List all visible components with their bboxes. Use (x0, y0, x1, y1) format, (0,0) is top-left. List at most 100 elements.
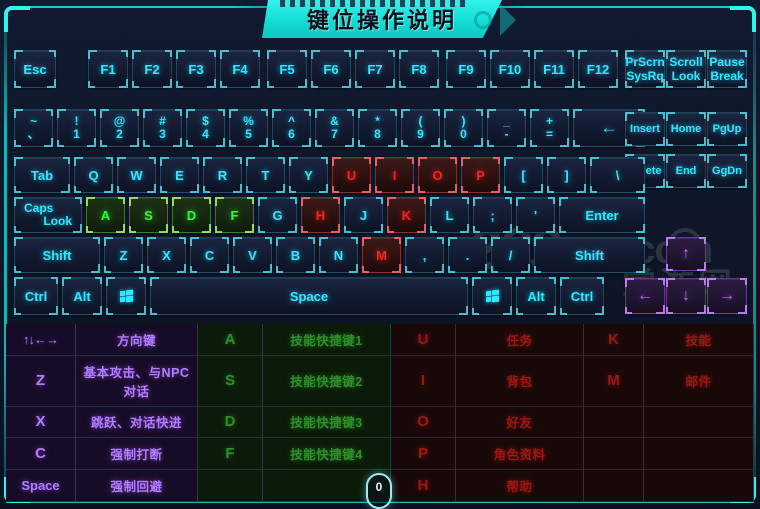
legend-move-desc: 强制回避 (76, 470, 198, 502)
key-bracket-right[interactable]: ] (547, 157, 586, 193)
key-ctrl-right[interactable]: Ctrl (560, 277, 604, 315)
key-period[interactable]: . (448, 237, 487, 273)
title-tail-decoration (500, 4, 516, 36)
key-print-screen[interactable]: PrScrn SysRq (625, 50, 665, 88)
legend-ui-desc: 任务 (456, 324, 584, 356)
key-s[interactable]: S (129, 197, 168, 233)
key-f6[interactable]: F6 (311, 50, 351, 88)
key-slash[interactable]: / (491, 237, 530, 273)
key-home[interactable]: Home (666, 112, 706, 146)
key-d[interactable]: D (172, 197, 211, 233)
key-equal[interactable]: + = (530, 109, 569, 147)
key-alt-right[interactable]: Alt (516, 277, 556, 315)
key-f2[interactable]: F2 (132, 50, 172, 88)
legend-move-key: Z (6, 355, 76, 407)
key-6[interactable]: ^ 6 (272, 109, 311, 147)
key-tab[interactable]: Tab (14, 157, 70, 193)
key-p[interactable]: P (461, 157, 500, 193)
key-esc[interactable]: Esc (14, 50, 56, 88)
key-q[interactable]: Q (74, 157, 113, 193)
legend-move-desc: 强制打断 (76, 438, 198, 471)
key-x[interactable]: X (147, 237, 186, 273)
key-f4[interactable]: F4 (220, 50, 260, 88)
key-j[interactable]: J (344, 197, 383, 233)
key-end[interactable]: End (666, 154, 706, 188)
key-z[interactable]: Z (104, 237, 143, 273)
key-2[interactable]: @2 (100, 109, 139, 147)
key-h[interactable]: H (301, 197, 340, 233)
key-8[interactable]: * 8 (358, 109, 397, 147)
key-page-up[interactable]: PgUp (707, 112, 747, 146)
key-f8[interactable]: F8 (399, 50, 439, 88)
key-f3[interactable]: F3 (176, 50, 216, 88)
legend-ui2-key (584, 438, 644, 471)
key-f7[interactable]: F7 (355, 50, 395, 88)
key-u[interactable]: U (332, 157, 371, 193)
legend-skill-key: A (198, 324, 263, 356)
key-f5[interactable]: F5 (267, 50, 307, 88)
key-pause-break[interactable]: Pause Break (707, 50, 747, 88)
key-3[interactable]: #3 (143, 109, 182, 147)
key-n[interactable]: N (319, 237, 358, 273)
key-minus[interactable]: _ - (487, 109, 526, 147)
corner-top-right (730, 6, 756, 32)
key-c[interactable]: C (190, 237, 229, 273)
key-quote[interactable]: ' (516, 197, 555, 233)
key-w[interactable]: W (117, 157, 156, 193)
key-page-down[interactable]: GgDn (707, 154, 747, 188)
key-enter[interactable]: Enter (559, 197, 645, 233)
key-t[interactable]: T (246, 157, 285, 193)
key-semicolon[interactable]: ; (473, 197, 512, 233)
key-windows-right[interactable] (472, 277, 512, 315)
key-v[interactable]: V (233, 237, 272, 273)
mouse-badge-icon: 0 (366, 473, 392, 509)
key-l[interactable]: L (430, 197, 469, 233)
key-arrow-up[interactable]: ↑ (666, 237, 706, 271)
key-f11[interactable]: F11 (534, 50, 574, 88)
key-bracket-left[interactable]: [ (504, 157, 543, 193)
key-a[interactable]: A (86, 197, 125, 233)
key-g[interactable]: G (258, 197, 297, 233)
key-f12[interactable]: F12 (578, 50, 618, 88)
key-1[interactable]: ! 1 (57, 109, 96, 147)
key-backslash[interactable]: \ (590, 157, 645, 193)
key-f1[interactable]: F1 (88, 50, 128, 88)
key-m[interactable]: M (362, 237, 401, 273)
key-ctrl-left[interactable]: Ctrl (14, 277, 58, 315)
key-space[interactable]: Space (150, 277, 468, 315)
key-windows-left[interactable] (106, 277, 146, 315)
key-e[interactable]: E (160, 157, 199, 193)
key-insert[interactable]: Insert (625, 112, 665, 146)
key-shift-right[interactable]: Shift (534, 237, 645, 273)
legend-ui2-desc (644, 470, 754, 502)
key-7[interactable]: & 7 (315, 109, 354, 147)
key-r[interactable]: R (203, 157, 242, 193)
key-arrow-down[interactable]: ↓ (666, 278, 706, 314)
key-caps-lock[interactable]: Caps Look (14, 197, 82, 233)
key-4[interactable]: $4 (186, 109, 225, 147)
key-k[interactable]: K (387, 197, 426, 233)
key-arrow-right[interactable]: → (707, 278, 747, 314)
key-arrow-left[interactable]: ← (625, 278, 665, 314)
legend-ui-key: O (391, 406, 456, 439)
key-i[interactable]: I (375, 157, 414, 193)
key-o[interactable]: O (418, 157, 457, 193)
legend-ui2-key (584, 406, 644, 439)
key-comma[interactable]: , (405, 237, 444, 273)
key-shift-left[interactable]: Shift (14, 237, 100, 273)
key-5[interactable]: % 5 (229, 109, 268, 147)
key-f9[interactable]: F9 (446, 50, 486, 88)
key-f[interactable]: F (215, 197, 254, 233)
key-b[interactable]: B (276, 237, 315, 273)
legend-ui-key: H (391, 470, 456, 502)
key-0[interactable]: ) 0 (444, 109, 483, 147)
key-9[interactable]: (9 (401, 109, 440, 147)
key-scroll-lock[interactable]: Scroll Look (666, 50, 706, 88)
key-f10[interactable]: F10 (490, 50, 530, 88)
legend-skill-key: F (198, 438, 263, 471)
legend-ui2-key (584, 470, 644, 502)
key-alt-left[interactable]: Alt (62, 277, 102, 315)
key-backquote[interactable]: ~、 (14, 109, 53, 147)
legend-ui-desc: 背包 (456, 355, 584, 407)
key-y[interactable]: Y (289, 157, 328, 193)
